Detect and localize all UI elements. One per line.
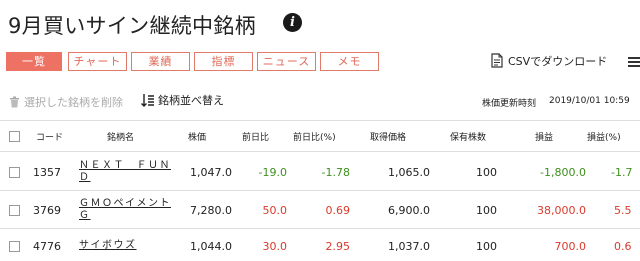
page-title: 9月買いサイン継続中銘柄 <box>8 14 256 38</box>
header-code[interactable]: コード <box>36 130 63 143</box>
header-price[interactable]: 株価 <box>188 130 206 143</box>
row-checkbox[interactable] <box>9 205 20 216</box>
stock-name-link[interactable]: ＮＥＸＴ ＦＵＮ Ｄ <box>79 160 171 184</box>
profit-loss-pct: 0.6 <box>614 240 632 253</box>
price-change: 30.0 <box>262 240 288 253</box>
header-change[interactable]: 前日比 <box>242 130 269 143</box>
header-bottom-border <box>0 151 640 152</box>
sort-stocks-button[interactable]: 銘柄並べ替え <box>141 92 224 108</box>
profit-loss: 700.0 <box>554 240 587 253</box>
stock-name-link[interactable]: サイボウズ <box>79 240 137 252</box>
tab-chart[interactable]: チャート <box>68 52 127 71</box>
trash-icon <box>10 96 19 108</box>
price-change: 50.0 <box>262 204 288 217</box>
price-change-pct: 0.69 <box>325 204 351 217</box>
csv-file-icon <box>491 53 503 68</box>
header-cost[interactable]: 取得価格 <box>370 130 406 143</box>
stock-code: 4776 <box>33 240 61 253</box>
stock-name-link[interactable]: ＧＭＯペイメント Ｇ <box>79 198 171 222</box>
price-change-pct: -1.78 <box>321 166 350 179</box>
profit-loss: -1,800.0 <box>540 166 586 179</box>
tab-memo[interactable]: メモ <box>320 52 379 71</box>
header-name[interactable]: 銘柄名 <box>107 130 134 143</box>
csv-download-label: CSVでダウンロード <box>508 55 608 68</box>
header-change-pct[interactable]: 前日比(%) <box>293 130 336 143</box>
shares-held: 100 <box>476 204 497 217</box>
profit-loss-pct: 5.5 <box>614 204 632 217</box>
row-divider <box>0 190 640 191</box>
stock-price: 1,044.0 <box>190 240 232 253</box>
delete-selected-button[interactable]: 選択した銘柄を削除 <box>9 94 123 110</box>
sort-stocks-label: 銘柄並べ替え <box>158 94 224 107</box>
header-pl[interactable]: 損益 <box>535 130 553 143</box>
price-change: -19.0 <box>258 166 287 179</box>
stock-price: 1,047.0 <box>190 166 232 179</box>
table-top-border <box>0 120 640 121</box>
tab-indicators[interactable]: 指標 <box>194 52 253 71</box>
price-update-time: 2019/10/01 10:59 <box>549 96 630 106</box>
shares-held: 100 <box>476 166 497 179</box>
price-change-pct: 2.95 <box>325 240 351 253</box>
header-pl-pct[interactable]: 損益(%) <box>587 130 621 143</box>
row-divider <box>0 228 640 229</box>
profit-loss-pct: -1.7 <box>611 166 633 179</box>
cost-price: 6,900.0 <box>388 204 430 217</box>
stock-code: 1357 <box>33 166 61 179</box>
cost-price: 1,037.0 <box>388 240 430 253</box>
menu-icon[interactable] <box>628 57 640 67</box>
delete-selected-label: 選択した銘柄を削除 <box>24 96 123 109</box>
csv-download-button[interactable]: CSVでダウンロード <box>490 53 607 69</box>
tab-earnings[interactable]: 業績 <box>131 52 190 71</box>
price-update-label: 株価更新時刻 <box>482 99 537 109</box>
stock-price: 7,280.0 <box>190 204 232 217</box>
select-all-checkbox[interactable] <box>9 131 20 142</box>
row-checkbox[interactable] <box>9 241 20 252</box>
header-shares[interactable]: 保有株数 <box>450 130 486 143</box>
tab-list[interactable]: 一覧 <box>6 52 62 71</box>
tab-news[interactable]: ニュース <box>257 52 316 71</box>
cost-price: 1,065.0 <box>388 166 430 179</box>
row-checkbox[interactable] <box>9 167 20 178</box>
profit-loss: 38,000.0 <box>537 204 586 217</box>
stock-code: 3769 <box>33 204 61 217</box>
sort-icon <box>141 94 154 107</box>
info-icon[interactable]: i <box>283 13 302 32</box>
shares-held: 100 <box>476 240 497 253</box>
